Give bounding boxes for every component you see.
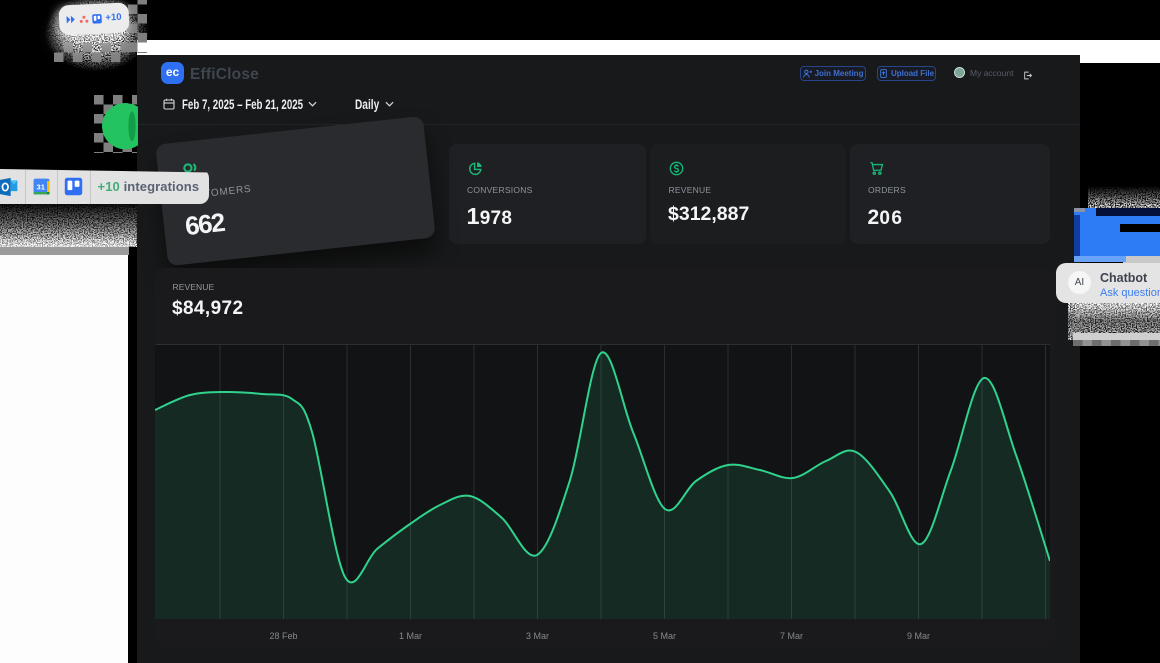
svg-text:31: 31 xyxy=(36,182,44,191)
